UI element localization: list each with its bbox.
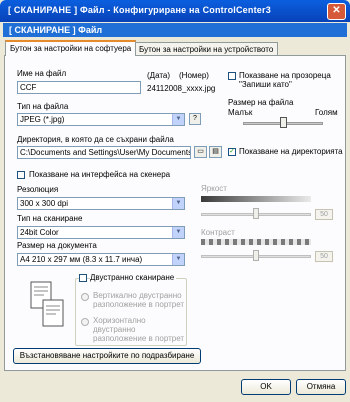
chevron-down-icon: ▼: [172, 254, 184, 265]
settings-panel: Име на файл CCF (Дата) (Номер) 24112008_…: [4, 55, 346, 371]
resolution-label: Резолюция: [17, 185, 59, 194]
duplex-long-label: Вертикално двустранно разположение в пор…: [93, 291, 185, 309]
duplex-label: Двустранно сканиране: [90, 273, 177, 282]
file-type-info-icon[interactable]: ?: [189, 113, 201, 125]
number-label: (Номер): [179, 71, 209, 80]
duplex-document-icon: [29, 280, 69, 330]
file-type-select[interactable]: JPEG (*.jpg) ▼: [17, 113, 185, 126]
window-title: [ СКАНИРАНЕ ] Файл - Конфигуриране на Co…: [8, 5, 271, 15]
show-directory-checkbox[interactable]: ✓: [228, 148, 236, 156]
contrast-pattern: [201, 239, 311, 245]
resolution-value: 300 x 300 dpi: [20, 199, 69, 208]
directory-input[interactable]: C:\Documents and Settings\User\My Docume…: [17, 146, 191, 159]
chevron-down-icon: ▼: [172, 198, 184, 209]
file-name-label: Име на файл: [17, 69, 67, 78]
tab-software-settings[interactable]: Бутон за настройки на софтуера: [5, 40, 137, 56]
file-size-large-label: Голям: [315, 108, 338, 117]
document-size-label: Размер на документа: [17, 241, 97, 250]
show-saveas-checkbox[interactable]: [228, 72, 236, 80]
chevron-down-icon: ▼: [172, 227, 184, 238]
document-size-value: A4 210 x 297 мм (8.3 x 11.7 инча): [20, 255, 143, 264]
header-banner: [ СКАНИРАНЕ ] Файл: [3, 23, 347, 37]
tab-device-settings[interactable]: Бутон за настройки на устройството: [134, 42, 279, 56]
contrast-value-box[interactable]: 50: [315, 251, 333, 262]
title-bar[interactable]: [ СКАНИРАНЕ ] Файл - Конфигуриране на Co…: [0, 0, 350, 22]
file-type-value: JPEG (*.jpg): [20, 115, 65, 124]
ok-button[interactable]: OK: [241, 379, 291, 395]
scan-type-select[interactable]: 24bit Color ▼: [17, 226, 185, 239]
show-saveas-label: Показване на прозореца "Запиши като": [239, 71, 331, 89]
brightness-label: Яркост: [201, 184, 227, 193]
brightness-slider-thumb[interactable]: [253, 208, 259, 219]
close-icon[interactable]: ✕: [327, 3, 346, 20]
file-size-slider-thumb[interactable]: [280, 117, 287, 128]
show-scanner-interface-checkbox[interactable]: [17, 171, 25, 179]
duplex-checkbox[interactable]: [79, 274, 87, 282]
cancel-button[interactable]: Отмяна: [296, 379, 346, 395]
directory-label: Директория, в която да се съхрани файла: [17, 135, 174, 144]
file-size-label: Размер на файла: [228, 98, 294, 107]
duplex-long-radio[interactable]: [81, 293, 89, 301]
file-type-label: Тип на файла: [17, 102, 69, 111]
folder-open-icon[interactable]: ▤: [209, 146, 222, 158]
show-scanner-interface-label: Показване на интерфейса на скенера: [29, 170, 171, 179]
folder-browse-icon[interactable]: ▭: [194, 146, 207, 158]
file-name-sample: 24112008_xxxx.jpg: [147, 84, 216, 93]
contrast-label: Контраст: [201, 228, 235, 237]
file-size-small-label: Малък: [228, 108, 253, 117]
file-name-input[interactable]: CCF: [17, 81, 141, 94]
brightness-gradient: [201, 196, 311, 202]
document-size-select[interactable]: A4 210 x 297 мм (8.3 x 11.7 инча) ▼: [17, 253, 185, 266]
resolution-select[interactable]: 300 x 300 dpi ▼: [17, 197, 185, 210]
scan-type-value: 24bit Color: [20, 228, 59, 237]
show-directory-label: Показване на директорията: [239, 147, 343, 156]
scan-type-label: Тип на сканиране: [17, 214, 83, 223]
duplex-short-radio[interactable]: [81, 318, 89, 326]
dialog-window: [ СКАНИРАНЕ ] Файл - Конфигуриране на Co…: [0, 0, 350, 402]
restore-defaults-button[interactable]: Възстановяване настройките по подразбира…: [13, 348, 201, 364]
contrast-slider-thumb[interactable]: [253, 250, 259, 261]
brightness-value-box[interactable]: 50: [315, 209, 333, 220]
duplex-short-label: Хоризонтално двустранно разположение в п…: [93, 316, 185, 343]
date-label: (Дата): [147, 71, 171, 80]
chevron-down-icon: ▼: [172, 114, 184, 125]
